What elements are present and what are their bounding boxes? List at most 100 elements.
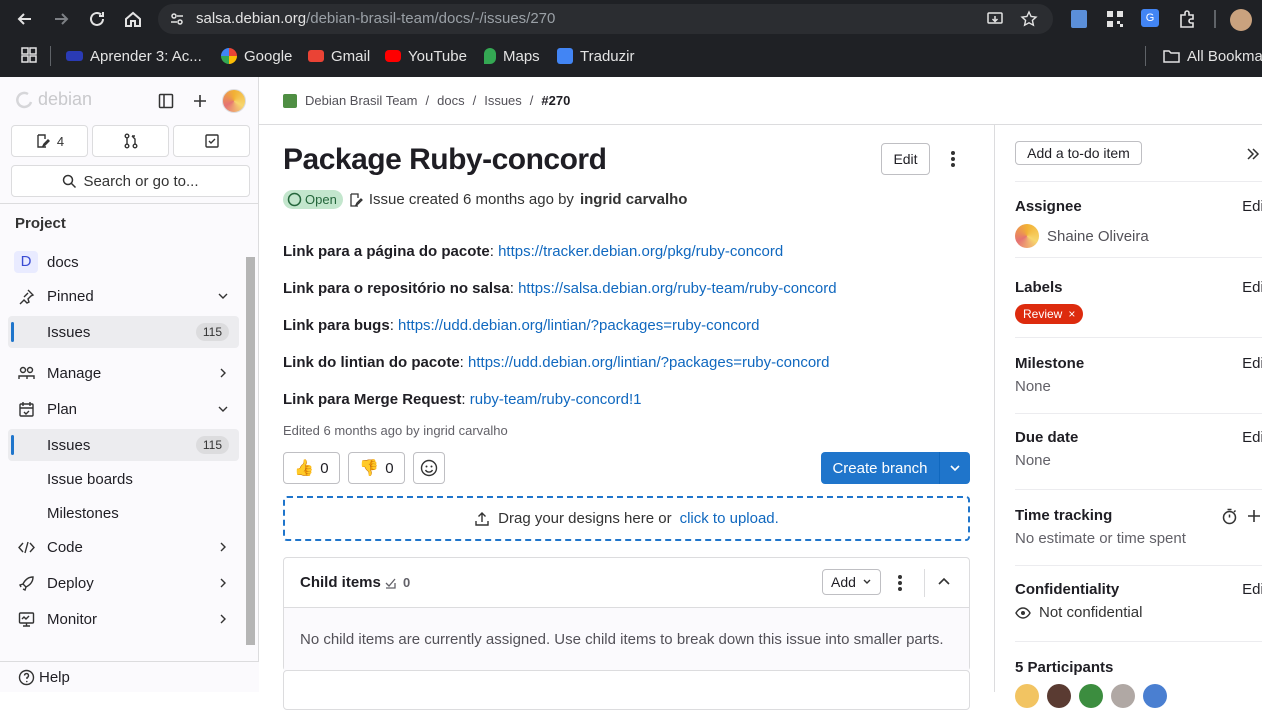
- reload-icon[interactable]: [86, 8, 108, 30]
- project-docs[interactable]: D docs: [8, 246, 239, 278]
- qr-code-icon[interactable]: [1105, 9, 1125, 29]
- breadcrumb-current[interactable]: #270: [541, 93, 570, 108]
- collapse-right-sidebar-icon[interactable]: [1245, 146, 1261, 162]
- brand-logo[interactable]: debian: [14, 89, 92, 110]
- help-button[interactable]: Help: [0, 661, 259, 692]
- add-child-item-button[interactable]: Add: [822, 569, 881, 595]
- edit-due-date-button[interactable]: Edit: [1242, 429, 1262, 446]
- thumbs-down-button[interactable]: 👎 0: [348, 452, 405, 484]
- bookmark-star-icon[interactable]: [1020, 10, 1038, 28]
- monitor-icon: [18, 611, 35, 628]
- breadcrumb-issues[interactable]: Issues: [484, 93, 522, 108]
- issue-author[interactable]: ingrid carvalho: [580, 191, 688, 208]
- milestone-value: None: [1015, 378, 1051, 395]
- profile-avatar[interactable]: [1230, 9, 1252, 31]
- header-divider: [924, 569, 925, 597]
- remove-label-icon[interactable]: ×: [1068, 307, 1075, 321]
- create-branch-button[interactable]: Create branch: [821, 452, 939, 484]
- add-todo-button[interactable]: Add a to-do item: [1015, 141, 1142, 165]
- more-actions-icon[interactable]: [945, 149, 961, 169]
- youtube-icon: [385, 50, 401, 62]
- todo-list-button[interactable]: [173, 125, 250, 157]
- all-bookmarks[interactable]: All Bookma: [1163, 44, 1262, 68]
- chevron-up-icon[interactable]: [937, 575, 951, 589]
- milestone-section: Milestone None: [1015, 355, 1084, 395]
- assigned-issues-button[interactable]: 4: [11, 125, 88, 157]
- description-link[interactable]: https://tracker.debian.org/pkg/ruby-conc…: [498, 243, 783, 260]
- time-tracking-title: Time tracking: [1015, 507, 1113, 524]
- bookmark-youtube[interactable]: YouTube: [385, 44, 467, 68]
- install-app-icon[interactable]: [986, 10, 1004, 28]
- calendar-icon: [18, 401, 35, 418]
- help-icon: [18, 669, 35, 686]
- address-bar[interactable]: salsa.debian.org/debian-brasil-team/docs…: [158, 4, 1053, 34]
- description-link[interactable]: https://udd.debian.org/lintian/?packages…: [468, 354, 830, 371]
- add-reaction-button[interactable]: [413, 452, 445, 484]
- description-link[interactable]: https://salsa.debian.org/ruby-team/ruby-…: [518, 280, 837, 297]
- breadcrumb-project[interactable]: docs: [437, 93, 464, 108]
- chevron-right-icon: [217, 577, 229, 589]
- sidebar-item-code[interactable]: Code: [8, 531, 239, 563]
- bookmark-traduzir[interactable]: Traduzir: [557, 44, 634, 68]
- edit-assignee-button[interactable]: Edit: [1242, 198, 1262, 215]
- translate-extension-icon[interactable]: G: [1141, 9, 1161, 29]
- add-time-plus-icon[interactable]: [1246, 508, 1262, 524]
- site-settings-icon[interactable]: [169, 11, 185, 27]
- edit-issue-button[interactable]: Edit: [881, 143, 930, 175]
- smiley-icon: [420, 459, 438, 477]
- desc-line: Link para bugs: https://udd.debian.org/l…: [283, 317, 760, 334]
- bookmark-gmail[interactable]: Gmail: [308, 44, 370, 68]
- participant-avatar[interactable]: [1079, 684, 1103, 708]
- create-branch-dropdown[interactable]: [939, 452, 970, 484]
- apps-grid-icon[interactable]: [21, 47, 37, 63]
- home-icon[interactable]: [122, 8, 144, 30]
- confidentiality-value: Not confidential: [1015, 604, 1142, 621]
- sidebar-item-deploy[interactable]: Deploy: [8, 567, 239, 599]
- edit-milestone-button[interactable]: Edit: [1242, 355, 1262, 372]
- sidebar-item-issues[interactable]: Issues 115: [8, 429, 239, 461]
- user-avatar[interactable]: [222, 89, 246, 113]
- participant-avatar[interactable]: [1111, 684, 1135, 708]
- sidebar-item-monitor[interactable]: Monitor: [8, 603, 239, 635]
- extensions-puzzle-icon[interactable]: [1177, 9, 1197, 29]
- sidebar-item-plan[interactable]: Plan: [8, 393, 239, 425]
- sidebar-item-issue-boards[interactable]: Issue boards: [8, 463, 239, 495]
- participant-avatar[interactable]: [1143, 684, 1167, 708]
- labels-title: Labels: [1015, 279, 1063, 296]
- participant-avatar[interactable]: [1047, 684, 1071, 708]
- sidebar-scrollbar[interactable]: [246, 257, 255, 645]
- sidebar-divider: [0, 203, 259, 204]
- bookmark-maps[interactable]: Maps: [484, 44, 540, 68]
- description-link[interactable]: ruby-team/ruby-concord!1: [470, 391, 642, 408]
- breadcrumb-group[interactable]: Debian Brasil Team: [305, 93, 417, 108]
- sidebar-item-pinned[interactable]: Pinned: [8, 280, 239, 312]
- desc-line: Link para Merge Request: ruby-team/ruby-…: [283, 391, 642, 408]
- sidebar-item-issues-pinned[interactable]: Issues 115: [8, 316, 239, 348]
- desc-line: Link para a página do pacote: https://tr…: [283, 243, 784, 260]
- extension-icon[interactable]: [1069, 9, 1089, 29]
- assignee-user[interactable]: Shaine Oliveira: [1015, 224, 1149, 248]
- child-items-more-icon[interactable]: [892, 573, 908, 593]
- thumbs-up-button[interactable]: 👍 0: [283, 452, 340, 484]
- due-date-title: Due date: [1015, 429, 1079, 446]
- edit-confidentiality-button[interactable]: Edit: [1242, 581, 1262, 598]
- sidebar-item-milestones[interactable]: Milestones: [8, 497, 239, 529]
- bookmark-google[interactable]: Google: [221, 44, 292, 68]
- bookmark-aprender[interactable]: Aprender 3: Ac...: [66, 44, 202, 68]
- search-button[interactable]: Search or go to...: [11, 165, 250, 197]
- label-pill[interactable]: Review ×: [1015, 304, 1084, 324]
- edit-labels-button[interactable]: Edit: [1242, 279, 1262, 296]
- design-drop-zone[interactable]: Drag your designs here or click to upload…: [283, 496, 970, 541]
- google-icon: [221, 48, 237, 64]
- forward-icon[interactable]: [50, 8, 72, 30]
- time-tracking-section: Time tracking No estimate or time spent: [1015, 507, 1186, 547]
- new-item-plus-icon[interactable]: [192, 93, 208, 109]
- merge-requests-button[interactable]: [92, 125, 169, 157]
- description-link[interactable]: https://udd.debian.org/lintian/?packages…: [398, 317, 760, 334]
- collapse-sidebar-icon[interactable]: [158, 93, 174, 109]
- sidebar-item-manage[interactable]: Manage: [8, 357, 239, 389]
- upload-link[interactable]: click to upload.: [680, 510, 779, 527]
- stopwatch-icon[interactable]: [1221, 508, 1238, 525]
- participant-avatar[interactable]: [1015, 684, 1039, 708]
- back-icon[interactable]: [14, 8, 36, 30]
